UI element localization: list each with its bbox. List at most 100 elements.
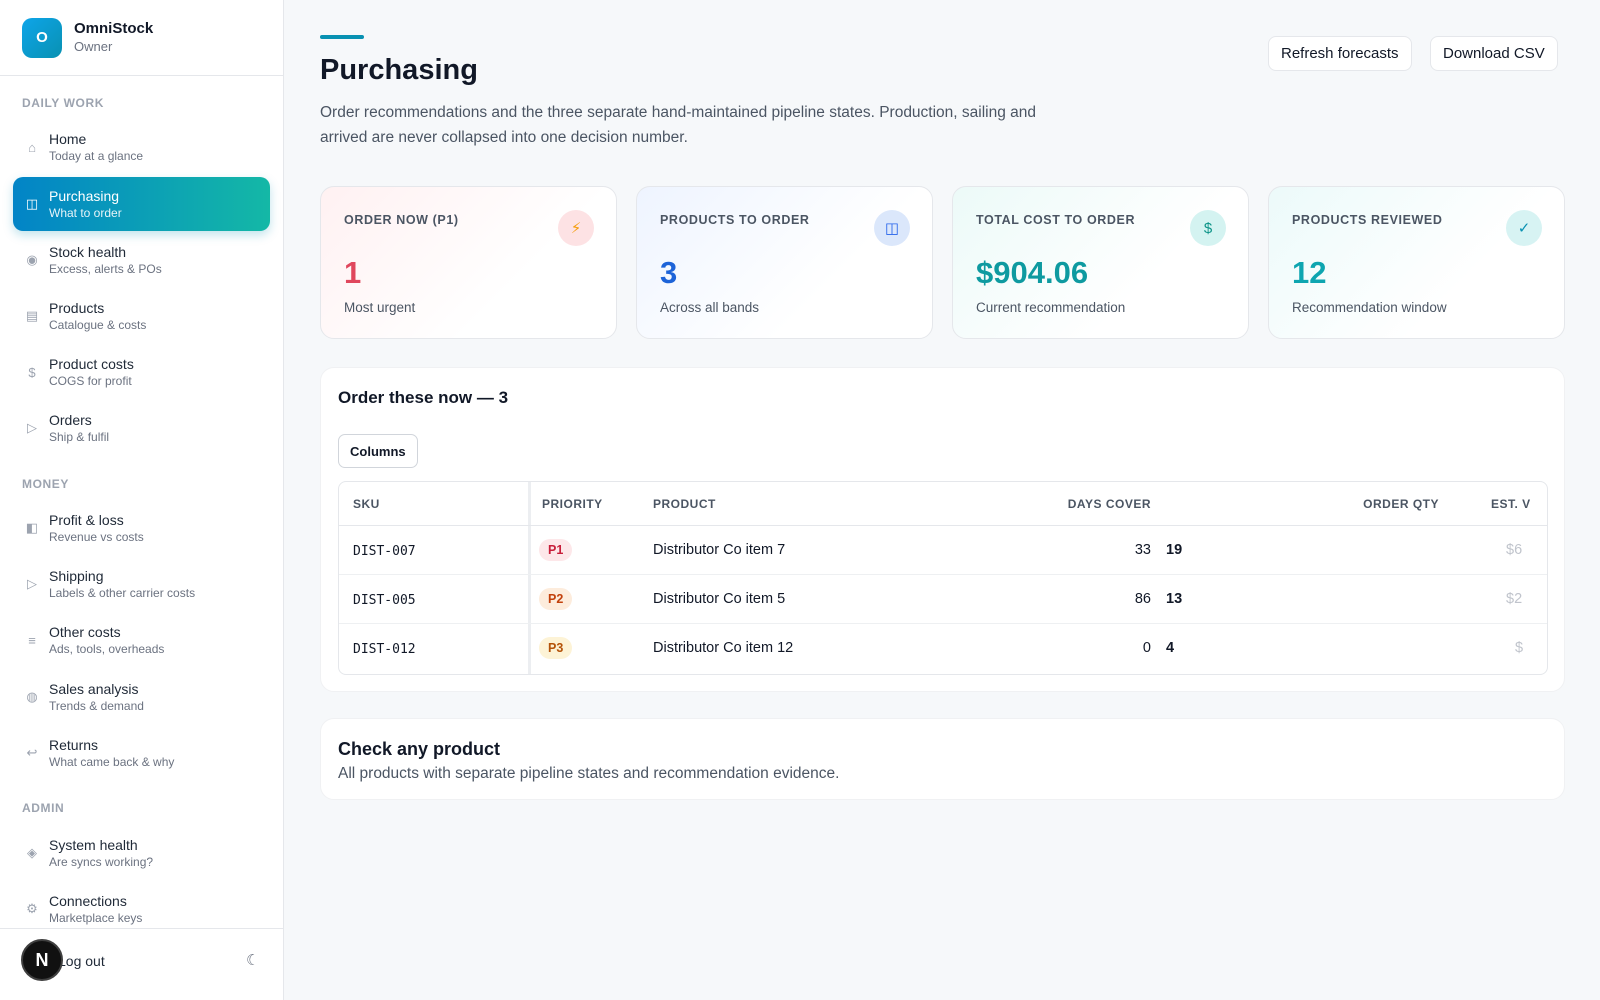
title-accent-line	[320, 35, 364, 39]
main-content: Purchasing Order recommendations and the…	[320, 0, 1565, 1000]
sidebar-item-profit-loss[interactable]: ◧ Profit & loss Revenue vs costs	[13, 501, 270, 555]
stat-card-hint: Recommendation window	[1292, 300, 1447, 315]
priority-badge: P1	[539, 539, 573, 561]
cell-order-qty: 13	[1166, 591, 1183, 607]
page-title: Purchasing	[320, 54, 478, 86]
home-icon: ⌂	[28, 139, 36, 155]
return-icon: ↩	[26, 745, 38, 760]
cell-est-value: $6	[1506, 542, 1523, 558]
sidebar-nav: DAILY WORK ⌂ Home Today at a glance ◫ Pur…	[0, 76, 283, 928]
sidebar-item-label: Shipping	[49, 568, 104, 584]
profit-icon: ◧	[25, 520, 39, 535]
cell-product: Distributor Co item 12	[653, 640, 794, 656]
stat-card-label: PRODUCTS TO ORDER	[660, 213, 810, 227]
nav-section-admin: ADMIN	[22, 801, 65, 815]
sidebar-item-label: Sales analysis	[49, 681, 139, 697]
stat-card-total-cost: TOTAL COST TO ORDER $904.06 Current reco…	[952, 186, 1249, 339]
dollar-icon: $	[28, 364, 36, 380]
stat-card-label: TOTAL COST TO ORDER	[976, 213, 1136, 227]
th-priority[interactable]: PRIORITY	[542, 497, 603, 511]
cell-product: Distributor Co item 5	[653, 591, 786, 607]
sidebar-item-sub: Today at a glance	[49, 149, 144, 163]
stat-card-label: PRODUCTS REVIEWED	[1292, 213, 1443, 227]
th-product[interactable]: PRODUCT	[653, 497, 716, 511]
sidebar-item-connections[interactable]: ⚙ Connections Marketplace keys	[13, 882, 270, 928]
theme-toggle-icon[interactable]: ☾	[246, 951, 259, 969]
check-panel-description: All products with separate pipeline stat…	[338, 765, 840, 782]
sidebar-item-system-health[interactable]: ◈ System health Are syncs working?	[13, 826, 270, 880]
download-csv-button[interactable]: Download CSV	[1430, 36, 1558, 71]
sidebar-item-orders[interactable]: ▷ Orders Ship & fulfil	[13, 401, 270, 455]
list-icon: ≡	[28, 632, 36, 648]
stat-card-value: 3	[660, 255, 678, 290]
cell-est-value: $2	[1506, 591, 1523, 607]
sidebar-item-label: Stock health	[49, 244, 127, 260]
sidebar-item-label: Purchasing	[49, 188, 120, 204]
purchasing-icon: ◫	[25, 196, 39, 211]
sidebar-item-label: Profit & loss	[49, 512, 124, 528]
sidebar-item-sub: Ads, tools, overheads	[49, 642, 165, 656]
box-icon: ◫	[874, 210, 910, 246]
shipping-icon: ▷	[27, 576, 37, 591]
sidebar: O OmniStock Owner DAILY WORK ⌂ Home Today…	[0, 0, 284, 1000]
check-icon: ✓	[1506, 210, 1542, 246]
sidebar-item-label: System health	[49, 837, 138, 853]
th-est-value[interactable]: EST. V	[1491, 497, 1531, 511]
sidebar-item-sub: Are syncs working?	[49, 855, 154, 869]
sidebar-item-sales-analysis[interactable]: ◍ Sales analysis Trends & demand	[13, 670, 270, 724]
logout-button[interactable]: Log out	[58, 953, 105, 969]
sidebar-item-sub: Catalogue & costs	[49, 318, 147, 332]
refresh-forecasts-button[interactable]: Refresh forecasts	[1268, 36, 1412, 71]
sidebar-item-sub: Labels & other carrier costs	[49, 586, 196, 600]
sidebar-item-shipping[interactable]: ▷ Shipping Labels & other carrier costs	[13, 557, 270, 611]
sidebar-item-sub: COGS for profit	[49, 374, 132, 388]
cell-product: Distributor Co item 7	[653, 542, 786, 558]
cell-sku: DIST-007	[353, 544, 416, 559]
sidebar-item-label: Products	[49, 300, 105, 316]
th-order-qty[interactable]: ORDER QTY	[1329, 497, 1439, 511]
cell-days-cover: 0	[1142, 640, 1151, 656]
page-description: Order recommendations and the three sepa…	[320, 104, 1037, 146]
brand-logo: O	[22, 17, 62, 58]
sidebar-item-label: Orders	[49, 412, 92, 428]
sidebar-item-label: Returns	[49, 737, 99, 753]
th-sku[interactable]: SKU	[353, 497, 380, 511]
sidebar-item-sub: What came back & why	[49, 755, 175, 769]
sidebar-item-product-costs[interactable]: $ Product costs COGS for profit	[13, 345, 270, 399]
stat-card-order-now: ORDER NOW (P1) 1 Most urgent ⚡	[320, 186, 617, 339]
cell-order-qty: 4	[1166, 640, 1175, 656]
order-table: SKU PRIORITY PRODUCT DAYS COVER ORDER QT…	[338, 481, 1548, 675]
gear-icon: ⚙	[26, 901, 38, 916]
sidebar-item-sub: Revenue vs costs	[49, 530, 144, 544]
th-days-cover[interactable]: DAYS COVER	[1061, 497, 1151, 511]
sidebar-item-products[interactable]: ▤ Products Catalogue & costs	[13, 289, 270, 343]
check-product-panel[interactable]: Check any product All products with sepa…	[320, 718, 1565, 800]
sidebar-item-other-costs[interactable]: ≡ Other costs Ads, tools, overheads	[13, 613, 270, 667]
products-icon: ▤	[25, 308, 39, 323]
brand: O OmniStock Owner	[0, 0, 283, 76]
stat-card-value: 12	[1292, 255, 1327, 290]
sidebar-item-label: Connections	[49, 893, 127, 909]
cell-est-value: $	[1515, 640, 1524, 656]
sidebar-item-sub: Trends & demand	[49, 699, 144, 713]
lightning-icon: ⚡	[558, 210, 594, 246]
brand-role: Owner	[74, 38, 113, 54]
brand-name: OmniStock	[74, 19, 154, 37]
next-dev-badge[interactable]: N	[21, 939, 63, 981]
sidebar-footer: Log out ☾ N	[0, 928, 283, 1000]
sidebar-item-sub: What to order	[49, 206, 122, 220]
nav-section-daily-work: DAILY WORK	[22, 96, 105, 110]
cell-days-cover: 86	[1134, 591, 1151, 607]
sidebar-item-stock-health[interactable]: ◉ Stock health Excess, alerts & POs	[13, 233, 270, 287]
sidebar-item-label: Product costs	[49, 356, 134, 372]
table-row[interactable]: DIST-012 P3 Distributor Co item 12 0 4 $	[339, 624, 1547, 673]
sidebar-item-purchasing[interactable]: ◫ Purchasing What to order	[13, 177, 270, 231]
sidebar-item-label: Home	[49, 131, 87, 147]
columns-button[interactable]: Columns	[338, 434, 418, 468]
sidebar-item-home[interactable]: ⌂ Home Today at a glance	[13, 120, 270, 174]
sidebar-item-returns[interactable]: ↩ Returns What came back & why	[13, 726, 270, 780]
nav-section-money: MONEY	[22, 477, 70, 491]
table-row[interactable]: DIST-005 P2 Distributor Co item 5 86 13 …	[339, 575, 1547, 624]
priority-badge: P2	[539, 588, 573, 610]
table-row[interactable]: DIST-007 P1 Distributor Co item 7 33 19 …	[339, 526, 1547, 575]
